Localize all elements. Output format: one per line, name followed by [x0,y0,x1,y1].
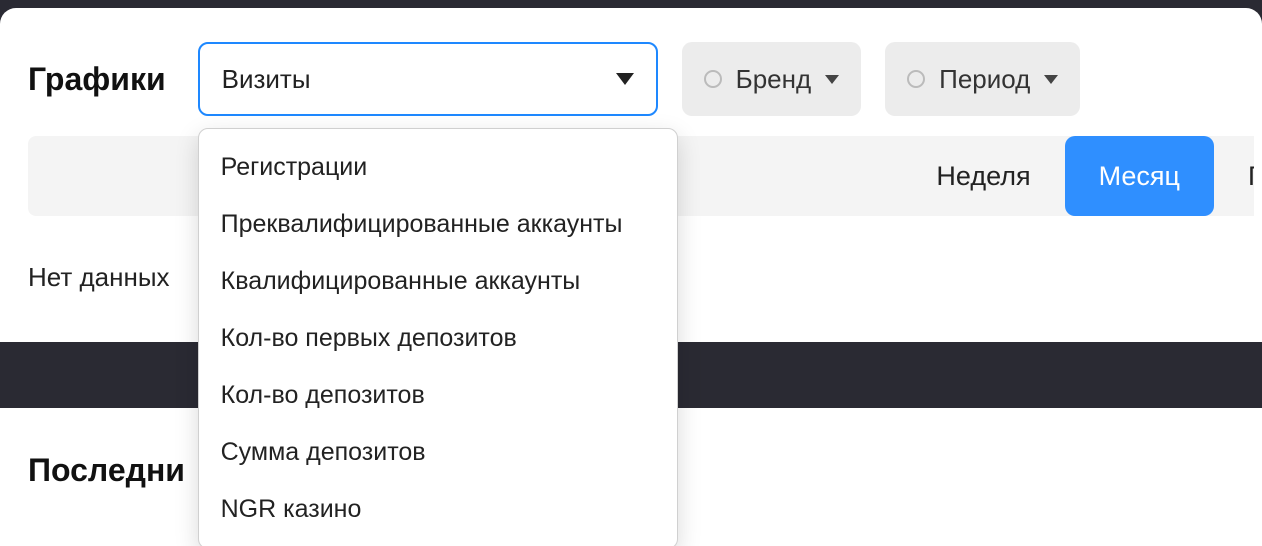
metric-option[interactable]: Кол-во депозитов [199,367,677,424]
metric-option[interactable]: NGR казино [199,481,677,538]
metric-dropdown: Регистрации Преквалифицированные аккаунт… [198,128,678,546]
metric-option[interactable]: Сумма депозитов [199,424,677,481]
period-filter-button[interactable]: Период [885,42,1080,116]
metric-select-wrap: Визиты Регистрации Преквалифицированные … [198,42,658,116]
radio-icon [704,70,722,88]
chevron-down-icon [825,75,839,84]
tab-week[interactable]: Неделя [902,136,1064,216]
brand-filter-label: Бренд [736,64,812,95]
metric-option[interactable]: Квалифицированные аккаунты [199,253,677,310]
tab-year[interactable]: Го [1214,136,1254,216]
metric-select[interactable]: Визиты [198,42,658,116]
metric-option[interactable]: Преквалифицированные аккаунты [199,196,677,253]
brand-filter-button[interactable]: Бренд [682,42,862,116]
metric-select-value: Визиты [222,64,311,95]
radio-icon [907,70,925,88]
section-title-charts: Графики [28,61,166,98]
tab-month[interactable]: Месяц [1065,136,1214,216]
metric-option[interactable]: Кол-во первых депозитов [199,310,677,367]
chevron-down-icon [1044,75,1058,84]
filters-row: Графики Визиты Регистрации Преквалифицир… [0,8,1262,136]
chevron-down-icon [616,73,634,85]
period-filter-label: Период [939,64,1030,95]
metric-option[interactable]: Регистрации [199,139,677,196]
